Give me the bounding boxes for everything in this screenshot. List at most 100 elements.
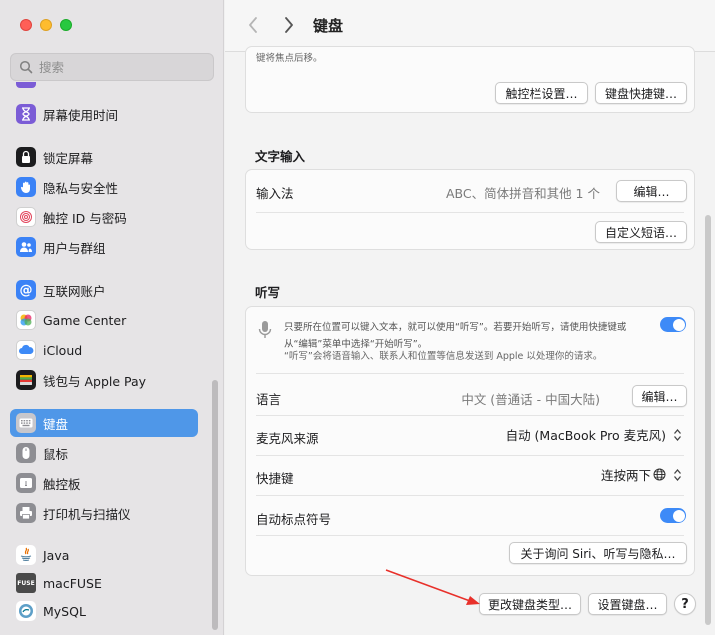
touchbar-settings-button[interactable]: 触控栏设置… — [495, 82, 588, 104]
sidebar-item-label: 锁定屏幕 — [43, 150, 94, 166]
sidebar-item-mouse[interactable]: 鼠标 — [10, 439, 198, 467]
dictation-privacy-note: “听写”会将语音输入、联系人和位置等信息发送到 Apple 以处理你的请求。 — [284, 351, 603, 362]
shortcut-popup[interactable]: 连按两下 — [601, 465, 684, 484]
java-icon — [16, 545, 36, 565]
sidebar-item-internet-accounts[interactable]: @ 互联网账户 — [10, 276, 198, 304]
dictation-heading: 听写 — [255, 285, 281, 300]
minimize-window-button[interactable] — [40, 19, 52, 31]
language-value: 中文 (普通话 - 中国大陆) — [461, 392, 600, 407]
sidebar-item-label: 隐私与安全性 — [43, 180, 119, 196]
text-input-card: 输入法 ABC、简体拼音和其他 1 个 编辑… 自定义短语… — [245, 169, 695, 250]
input-method-value: ABC、简体拼音和其他 1 个 — [445, 186, 600, 201]
sidebar-item-label: Game Center — [43, 312, 127, 328]
zoom-window-button[interactable] — [60, 19, 72, 31]
mouse-icon — [16, 443, 36, 463]
icloud-icon — [16, 340, 36, 360]
mic-source-label: 麦克风来源 — [256, 431, 319, 446]
microphone-icon — [258, 320, 272, 343]
sidebar: 屏幕使用时间 锁定屏幕 隐私与安全性 触控 ID 与密码 用户与群组 — [0, 0, 224, 635]
users-icon — [16, 237, 36, 257]
hand-icon — [16, 177, 36, 197]
shortcut-label: 快捷键 — [256, 471, 294, 486]
game-center-icon — [16, 310, 36, 330]
keyboard-icon — [16, 413, 36, 433]
sidebar-item-label: 鼠标 — [43, 446, 69, 462]
close-window-button[interactable] — [20, 19, 32, 31]
main-pane: 键盘 键将焦点后移。 触控栏设置… 键盘快捷键… 文字输入 输入法 ABC、简体… — [225, 0, 715, 635]
sidebar-item-label: 触控板 — [43, 476, 81, 492]
sidebar-item-label: 钱包与 Apple Pay — [43, 373, 147, 389]
sidebar-item-screen-time[interactable]: 屏幕使用时间 — [10, 100, 198, 128]
fingerprint-icon — [16, 207, 36, 227]
search-icon — [19, 60, 33, 74]
sidebar-item-label: macFUSE — [43, 575, 102, 591]
sidebar-scrollbar[interactable] — [212, 380, 218, 630]
wallet-icon — [16, 370, 36, 390]
auto-punctuation-toggle[interactable] — [660, 508, 686, 523]
sidebar-item-users[interactable]: 用户与群组 — [10, 233, 198, 261]
divider — [256, 495, 684, 496]
printer-icon — [16, 503, 36, 523]
change-keyboard-type-button[interactable]: 更改键盘类型… — [479, 593, 581, 615]
input-method-edit-button[interactable]: 编辑… — [616, 180, 687, 202]
settings-window: 屏幕使用时间 锁定屏幕 隐私与安全性 触控 ID 与密码 用户与群组 — [0, 0, 715, 635]
back-button[interactable] — [241, 13, 265, 37]
mic-source-popup[interactable]: 自动 (MacBook Pro 麦克风) — [506, 425, 684, 444]
dictation-toggle[interactable] — [660, 317, 686, 332]
sidebar-item-lock-screen[interactable]: 锁定屏幕 — [10, 143, 198, 171]
auto-punctuation-label: 自动标点符号 — [256, 512, 332, 527]
sidebar-item-label: 屏幕使用时间 — [43, 107, 119, 123]
sidebar-item-keyboard[interactable]: 键盘 — [10, 409, 198, 437]
sidebar-item-label: 打印机与扫描仪 — [43, 506, 131, 522]
divider — [256, 212, 684, 213]
text-input-heading: 文字输入 — [255, 149, 306, 164]
page-title: 键盘 — [313, 17, 344, 35]
forward-button[interactable] — [277, 13, 301, 37]
custom-phrases-button[interactable]: 自定义短语… — [595, 221, 687, 243]
macfuse-icon: FUSE — [16, 573, 36, 593]
keyboard-shortcuts-button[interactable]: 键盘快捷键… — [595, 82, 687, 104]
sidebar-item-label: Java — [43, 547, 70, 563]
sidebar-item-icloud[interactable]: iCloud — [10, 336, 198, 364]
divider — [256, 373, 684, 374]
dictation-description: 只要所在位置可以键入文本，就可以使用“听写”。若要开始听写，请使用快捷键或从“编… — [284, 322, 627, 350]
settings-content: 键将焦点后移。 触控栏设置… 键盘快捷键… 文字输入 输入法 ABC、简体拼音和… — [245, 46, 696, 635]
divider — [256, 535, 684, 536]
sidebar-item-game-center[interactable]: Game Center — [10, 306, 198, 334]
keyboard-top-card: 键将焦点后移。 触控栏设置… 键盘快捷键… — [245, 46, 695, 113]
sidebar-item-privacy[interactable]: 隐私与安全性 — [10, 173, 198, 201]
siri-dictation-privacy-button[interactable]: 关于询问 Siri、听写与隐私… — [509, 542, 687, 564]
dictation-card: 只要所在位置可以键入文本，就可以使用“听写”。若要开始听写，请使用快捷键或从“编… — [245, 306, 695, 576]
divider — [256, 455, 684, 456]
divider — [256, 415, 684, 416]
sidebar-item-macfuse[interactable]: FUSE macFUSE — [10, 569, 198, 597]
chevron-left-icon — [249, 17, 257, 33]
language-label: 语言 — [256, 392, 282, 407]
sidebar-item-label: 触控 ID 与密码 — [43, 210, 127, 226]
shortcut-value: 连按两下 — [600, 468, 651, 483]
popup-stepper-icon — [670, 426, 684, 444]
sidebar-item-mysql[interactable]: MySQL — [10, 597, 198, 625]
sidebar-item-label: 互联网账户 — [43, 283, 106, 299]
sidebar-item-wallet[interactable]: 钱包与 Apple Pay — [10, 366, 198, 394]
sidebar-item-label: MySQL — [43, 603, 86, 619]
window-controls — [20, 19, 72, 31]
search-field[interactable] — [10, 53, 214, 81]
sidebar-item-label: 键盘 — [43, 416, 69, 432]
sidebar-item-partial — [10, 82, 198, 92]
input-method-label: 输入法 — [256, 186, 294, 201]
help-button[interactable]: ? — [674, 593, 696, 615]
globe-icon — [653, 468, 666, 481]
chevron-right-icon — [285, 17, 293, 33]
search-input[interactable] — [39, 59, 199, 75]
main-scrollbar[interactable] — [705, 215, 711, 625]
sidebar-item-printers[interactable]: 打印机与扫描仪 — [10, 499, 198, 527]
sidebar-item-java[interactable]: Java — [10, 541, 198, 569]
setup-keyboard-button[interactable]: 设置键盘… — [588, 593, 667, 615]
sidebar-item-trackpad[interactable]: 触控板 — [10, 469, 198, 497]
mic-source-value: 自动 (MacBook Pro 麦克风) — [505, 428, 666, 443]
language-edit-button[interactable]: 编辑… — [632, 385, 687, 407]
mysql-icon — [16, 601, 36, 621]
cut-off-text: 键将焦点后移。 — [256, 53, 323, 64]
sidebar-item-touch-id[interactable]: 触控 ID 与密码 — [10, 203, 198, 231]
